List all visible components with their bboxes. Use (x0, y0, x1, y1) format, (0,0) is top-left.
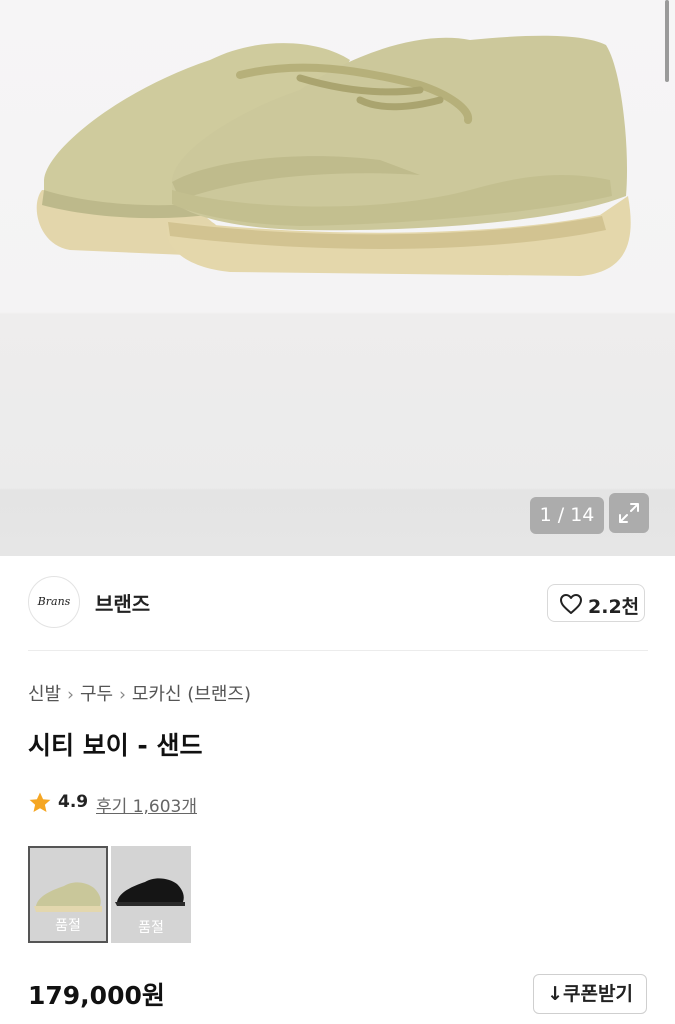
expand-button[interactable] (609, 493, 649, 533)
chevron-right-icon: › (67, 685, 74, 705)
chevron-right-icon: › (119, 685, 126, 705)
page-scrollbar[interactable] (665, 0, 669, 82)
brand-row: Brans 브랜즈 2.2천 (28, 576, 648, 630)
breadcrumb-item-dress-shoes[interactable]: 구두 (80, 684, 113, 705)
like-count: 2.2천 (588, 596, 640, 618)
rating-value: 4.9 (58, 792, 89, 812)
breadcrumb-item-moccasin[interactable]: 모카신 (브랜즈) (132, 684, 251, 705)
expand-arrows-icon (619, 503, 639, 523)
color-option-black[interactable]: 품절 (111, 846, 191, 943)
product-price: 179,000원 (28, 981, 165, 1010)
heart-outline-icon (560, 594, 582, 614)
soldout-label: 품절 (55, 918, 81, 934)
shoe-thumbnail (34, 882, 102, 912)
coupon-button[interactable]: ↓쿠폰받기 (533, 974, 647, 1014)
brand-logo[interactable]: Brans (28, 576, 80, 628)
soldout-label: 품절 (138, 920, 164, 936)
image-counter: 1 / 14 (530, 497, 604, 534)
product-image-gallery[interactable]: 1 / 14 (0, 0, 675, 556)
color-option-sand[interactable]: 품절 (28, 846, 108, 943)
brand-name[interactable]: 브랜즈 (95, 588, 150, 617)
product-image (36, 35, 631, 276)
star-icon (29, 792, 51, 812)
like-button[interactable]: 2.2천 (547, 584, 645, 622)
breadcrumb: 신발 › 구두 › 모카신 (브랜즈) (28, 680, 251, 706)
product-title: 시티 보이 - 샌드 (28, 731, 203, 760)
divider (28, 650, 648, 651)
shoe-thumbnail (115, 878, 185, 906)
breadcrumb-item-shoes[interactable]: 신발 (28, 684, 61, 705)
review-link[interactable]: 후기 1,603개 (96, 792, 197, 817)
